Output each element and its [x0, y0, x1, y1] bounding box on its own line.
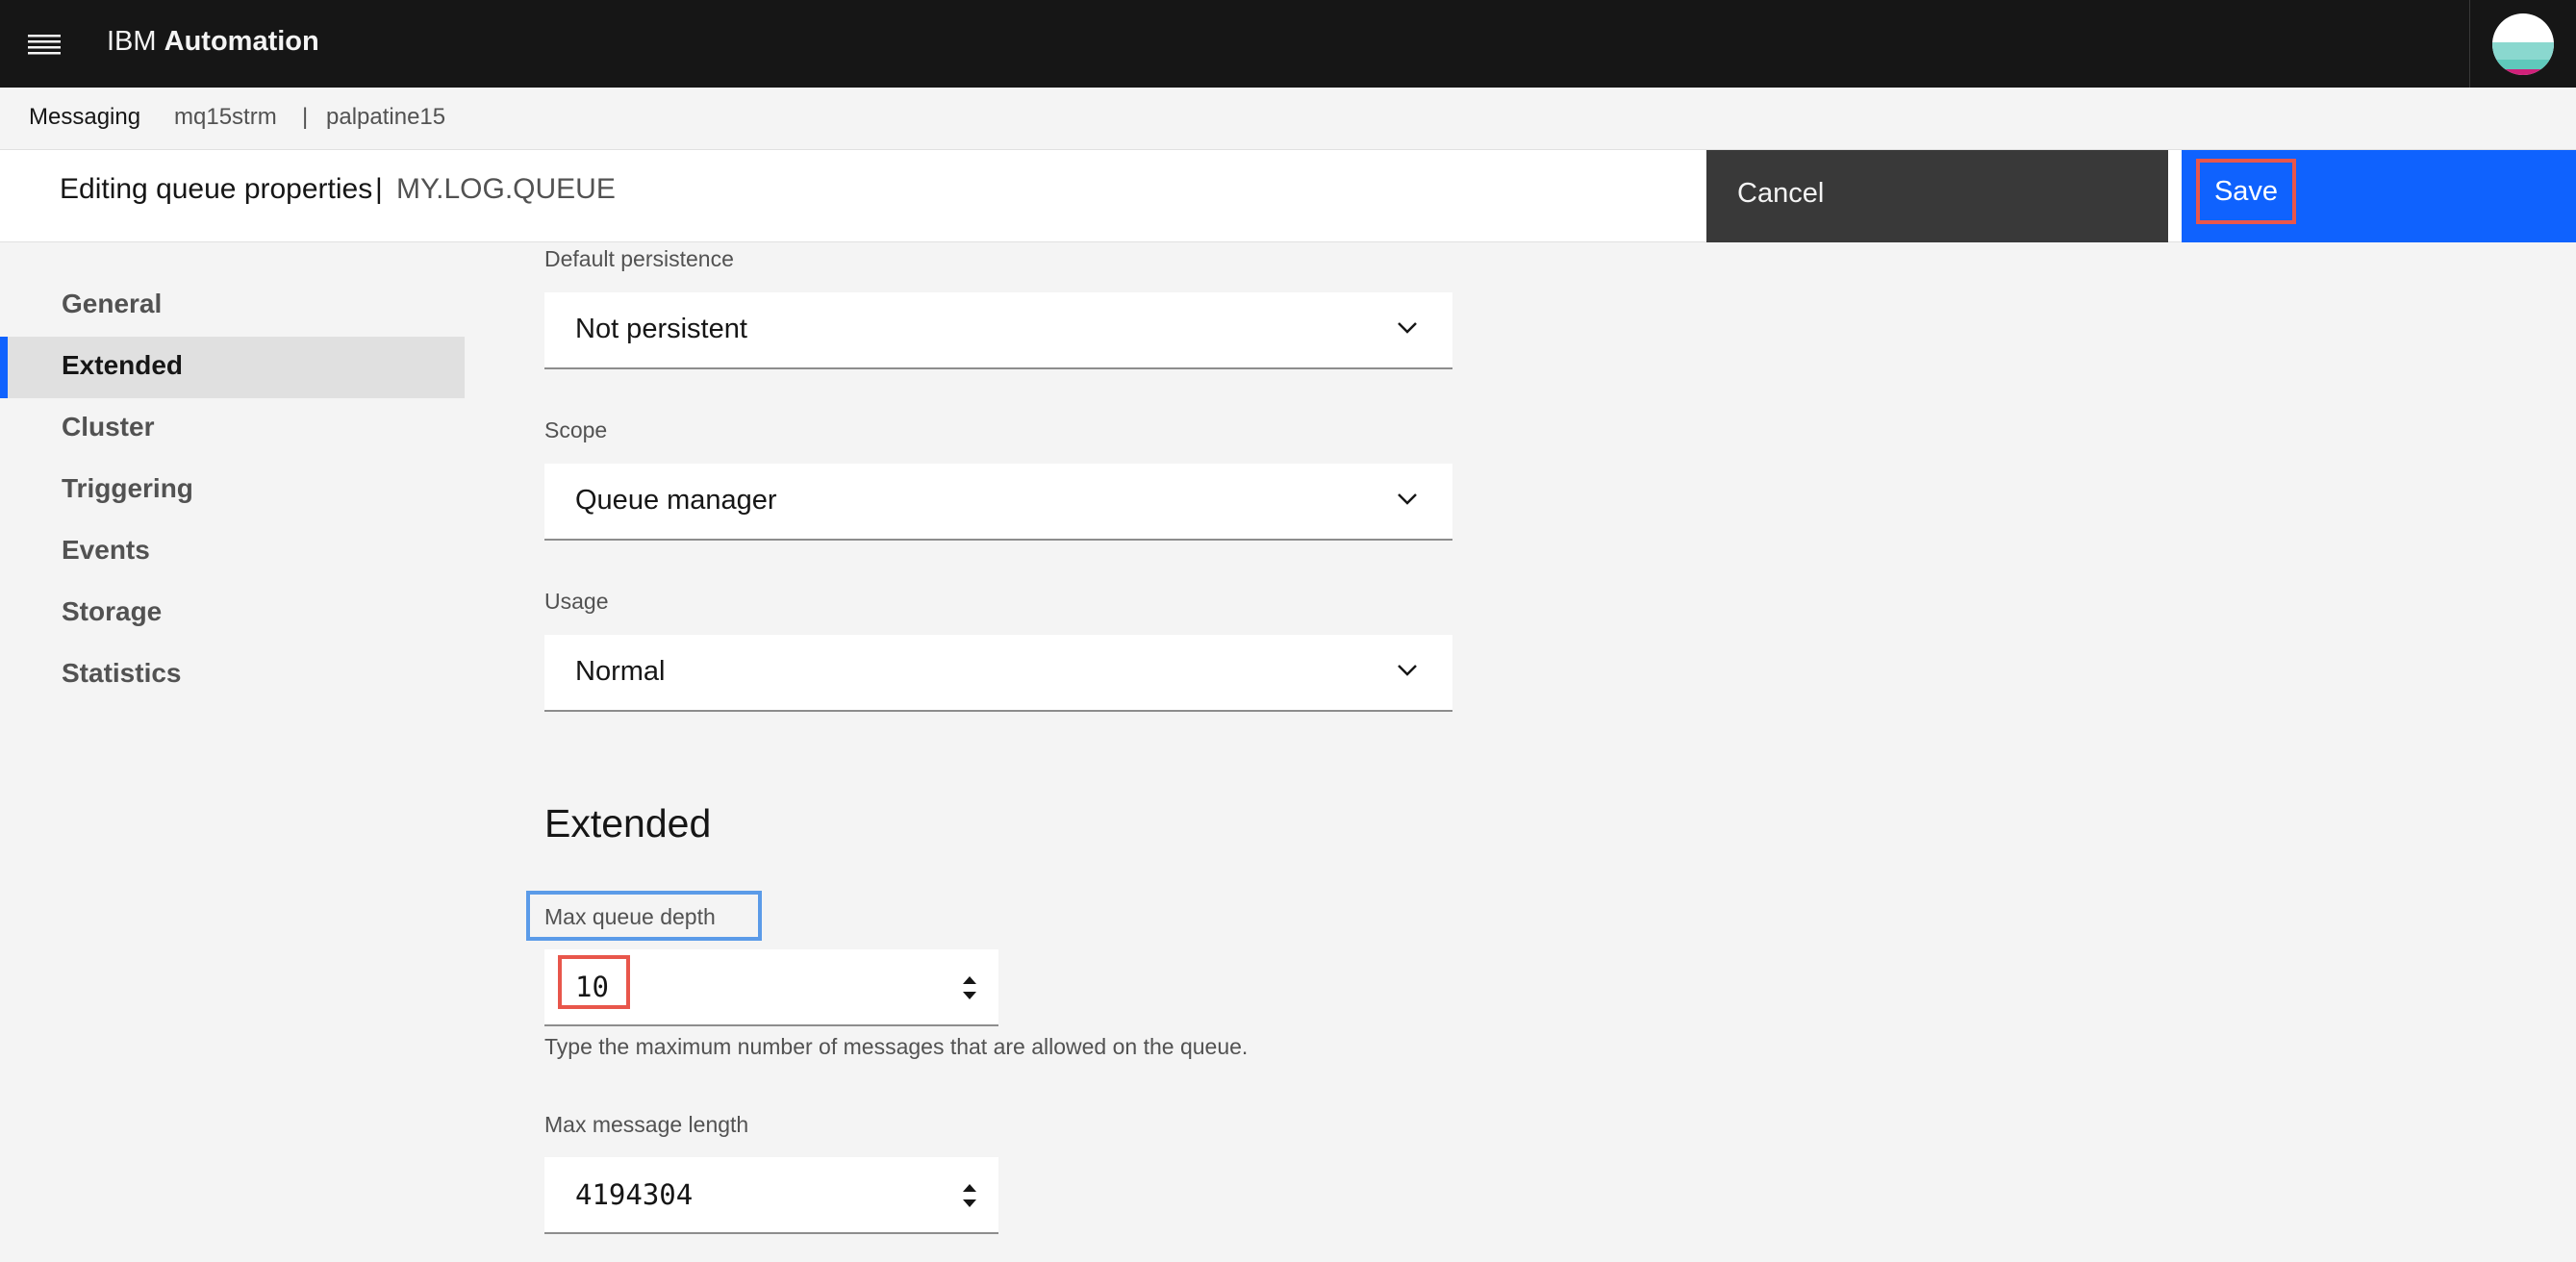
user-menu-button[interactable] — [2469, 0, 2576, 88]
nav-item-statistics[interactable]: Statistics — [0, 644, 465, 706]
value-highlight-box — [558, 955, 630, 1009]
brand-name: Automation — [164, 26, 319, 57]
number-stepper-icon[interactable] — [960, 1178, 979, 1213]
product-name[interactable]: IBM Automation — [107, 26, 319, 58]
scope-value: Queue manager — [575, 485, 777, 516]
nav-item-label: Statistics — [62, 658, 182, 688]
page-header: Editing queue properties | MY.LOG.QUEUE … — [0, 150, 2576, 242]
chevron-down-icon — [1398, 493, 1417, 505]
max-message-length-label: Max message length — [544, 1112, 749, 1137]
nav-item-extended[interactable]: Extended — [0, 337, 465, 398]
nav-item-label: Storage — [62, 596, 163, 626]
queue-name: MY.LOG.QUEUE — [396, 173, 616, 205]
user-avatar-icon — [2492, 13, 2554, 75]
cancel-button-label: Cancel — [1737, 178, 1825, 209]
save-button[interactable]: Save — [2182, 150, 2576, 242]
title-separator: | — [375, 173, 383, 205]
nav-item-triggering[interactable]: Triggering — [0, 460, 465, 521]
nav-item-label: Events — [62, 535, 150, 565]
max-message-length-value: 4194304 — [575, 1178, 694, 1211]
page-title: Editing queue properties — [60, 173, 373, 205]
nav-item-storage[interactable]: Storage — [0, 583, 465, 644]
max-queue-depth-label: Max queue depth — [544, 904, 716, 929]
section-nav: General Extended Cluster Triggering Even… — [0, 275, 465, 706]
max-queue-depth-helper: Type the maximum number of messages that… — [544, 1034, 1249, 1059]
scope-select[interactable]: Queue manager — [544, 464, 1452, 541]
save-button-label: Save — [2196, 159, 2296, 224]
default-persistence-select[interactable]: Not persistent — [544, 292, 1452, 369]
hamburger-menu-icon[interactable] — [0, 0, 88, 88]
nav-item-label: Triggering — [62, 473, 193, 503]
chevron-down-icon — [1398, 665, 1417, 676]
nav-item-label: Extended — [62, 350, 184, 380]
cancel-button[interactable]: Cancel — [1706, 150, 2168, 242]
usage-value: Normal — [575, 656, 666, 687]
default-persistence-label: Default persistence — [544, 246, 734, 271]
top-header: IBM Automation — [0, 0, 2576, 88]
breadcrumb: Messaging mq15strm | palpatine15 — [0, 88, 2576, 150]
usage-select[interactable]: Normal — [544, 635, 1452, 712]
scope-label: Scope — [544, 417, 608, 442]
nav-item-cluster[interactable]: Cluster — [0, 398, 465, 460]
usage-label: Usage — [544, 589, 609, 614]
nav-item-general[interactable]: General — [0, 275, 465, 337]
extended-section-title: Extended — [544, 801, 712, 846]
breadcrumb-host: palpatine15 — [326, 104, 446, 130]
breadcrumb-queue-manager[interactable]: mq15strm — [174, 104, 277, 131]
brand-prefix: IBM — [107, 26, 157, 57]
nav-item-events[interactable]: Events — [0, 521, 465, 583]
nav-item-label: General — [62, 289, 163, 318]
chevron-down-icon — [1398, 322, 1417, 334]
nav-item-label: Cluster — [62, 412, 155, 442]
breadcrumb-messaging[interactable]: Messaging — [29, 104, 140, 131]
number-stepper-icon[interactable] — [960, 971, 979, 1005]
breadcrumb-separator: | — [302, 104, 309, 130]
default-persistence-value: Not persistent — [575, 314, 747, 344]
max-message-length-input[interactable]: 4194304 — [544, 1157, 998, 1234]
